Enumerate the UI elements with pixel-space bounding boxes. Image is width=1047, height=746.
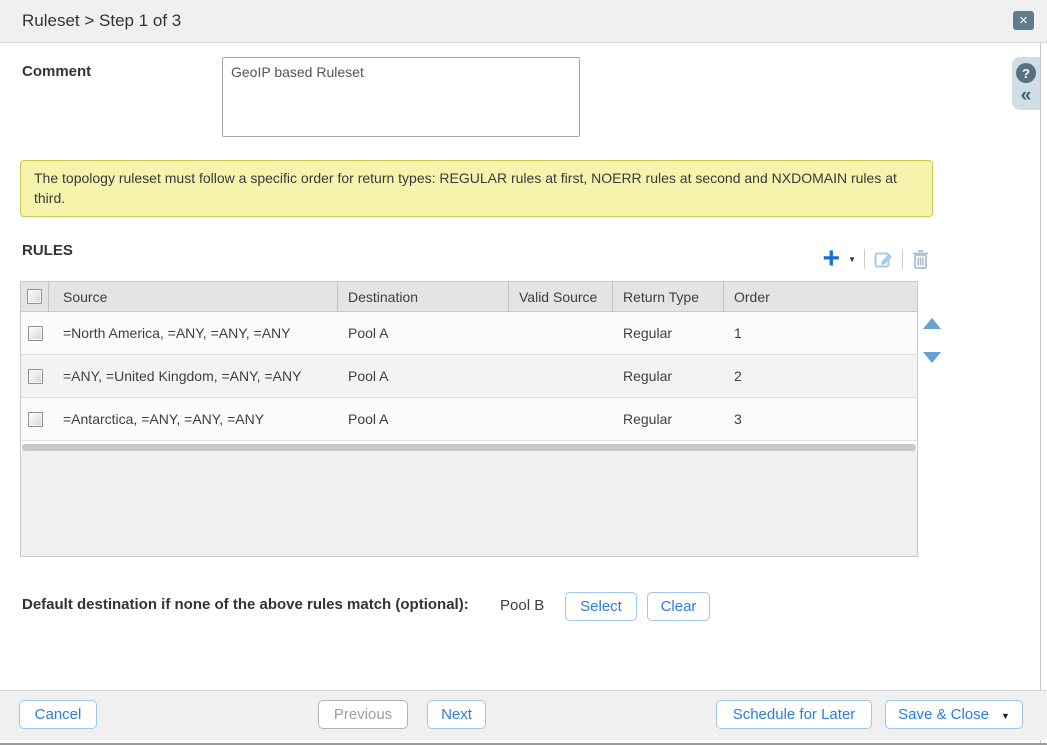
edit-rule-icon[interactable] xyxy=(873,249,894,270)
move-rule-up-icon[interactable] xyxy=(923,318,941,329)
row-checkbox[interactable] xyxy=(28,412,43,427)
column-header-return-type[interactable]: Return Type xyxy=(613,282,724,311)
right-edge-divider xyxy=(1040,43,1041,743)
row-checkbox-cell xyxy=(21,355,49,397)
comment-input[interactable]: GeoIP based Ruleset xyxy=(222,57,580,137)
column-header-valid-source[interactable]: Valid Source xyxy=(509,282,613,311)
cell-source: =North America, =ANY, =ANY, =ANY xyxy=(49,312,338,354)
cell-valid-source xyxy=(509,398,613,440)
cell-source: =Antarctica, =ANY, =ANY, =ANY xyxy=(49,398,338,440)
cell-destination: Pool A xyxy=(338,312,509,354)
save-and-close-button[interactable]: Save & Close ▼ xyxy=(885,700,1023,729)
table-empty-area xyxy=(21,451,917,556)
select-button[interactable]: Select xyxy=(565,592,637,621)
cell-destination: Pool A xyxy=(338,355,509,397)
save-and-close-caret-icon[interactable]: ▼ xyxy=(1001,711,1010,721)
column-header-destination[interactable]: Destination xyxy=(338,282,509,311)
cell-order: 3 xyxy=(724,398,917,440)
cell-order: 1 xyxy=(724,312,917,354)
table-row[interactable]: =North America, =ANY, =ANY, =ANY Pool A … xyxy=(21,312,917,355)
row-checkbox-cell xyxy=(21,398,49,440)
table-row[interactable]: =Antarctica, =ANY, =ANY, =ANY Pool A Reg… xyxy=(21,398,917,441)
next-button[interactable]: Next xyxy=(427,700,486,729)
cell-source: =ANY, =United Kingdom, =ANY, =ANY xyxy=(49,355,338,397)
collapse-panel-icon[interactable]: « xyxy=(1021,87,1032,105)
add-rule-icon[interactable]: + xyxy=(823,246,841,272)
dialog-titlebar: Ruleset > Step 1 of 3 xyxy=(0,0,1047,43)
row-checkbox-cell xyxy=(21,312,49,354)
select-all-checkbox[interactable] xyxy=(27,289,42,304)
window-bottom-edge xyxy=(0,743,1047,745)
rules-table: Source Destination Valid Source Return T… xyxy=(20,281,918,557)
horizontal-scrollbar[interactable] xyxy=(22,444,916,451)
toolbar-divider xyxy=(864,249,865,269)
close-icon[interactable]: ✕ xyxy=(1013,11,1034,30)
cell-return-type: Regular xyxy=(613,312,724,354)
rules-section-label: RULES xyxy=(22,242,73,259)
rules-table-header: Source Destination Valid Source Return T… xyxy=(21,282,917,312)
row-checkbox[interactable] xyxy=(28,369,43,384)
toolbar-divider xyxy=(902,249,903,269)
default-destination-value: Pool B xyxy=(500,597,544,614)
column-header-source[interactable]: Source xyxy=(49,282,338,311)
select-all-cell xyxy=(21,282,49,311)
column-header-order[interactable]: Order xyxy=(724,282,917,311)
help-icon[interactable]: ? xyxy=(1016,63,1036,83)
row-checkbox[interactable] xyxy=(28,326,43,341)
cell-order: 2 xyxy=(724,355,917,397)
cell-return-type: Regular xyxy=(613,355,724,397)
schedule-for-later-button[interactable]: Schedule for Later xyxy=(716,700,872,729)
topology-order-notice: The topology ruleset must follow a speci… xyxy=(20,160,933,217)
default-destination-label: Default destination if none of the above… xyxy=(22,596,469,613)
cell-return-type: Regular xyxy=(613,398,724,440)
save-and-close-label: Save & Close xyxy=(898,706,989,723)
cell-valid-source xyxy=(509,312,613,354)
comment-label: Comment xyxy=(22,63,91,80)
side-help-panel: ? « xyxy=(1012,57,1040,110)
cell-destination: Pool A xyxy=(338,398,509,440)
dialog-title: Ruleset > Step 1 of 3 xyxy=(22,11,181,31)
add-rule-dropdown-caret-icon[interactable]: ▼ xyxy=(848,255,856,264)
move-rule-down-icon[interactable] xyxy=(923,352,941,363)
rules-toolbar: + ▼ xyxy=(798,245,930,273)
previous-button[interactable]: Previous xyxy=(318,700,408,729)
table-row[interactable]: =ANY, =United Kingdom, =ANY, =ANY Pool A… xyxy=(21,355,917,398)
ruleset-wizard-dialog: Ruleset > Step 1 of 3 ✕ ? « Comment GeoI… xyxy=(0,0,1047,746)
cancel-button[interactable]: Cancel xyxy=(19,700,97,729)
clear-button[interactable]: Clear xyxy=(647,592,710,621)
cell-valid-source xyxy=(509,355,613,397)
dialog-footer: Cancel Previous Next Schedule for Later … xyxy=(0,690,1047,740)
delete-rule-icon[interactable] xyxy=(911,249,930,270)
